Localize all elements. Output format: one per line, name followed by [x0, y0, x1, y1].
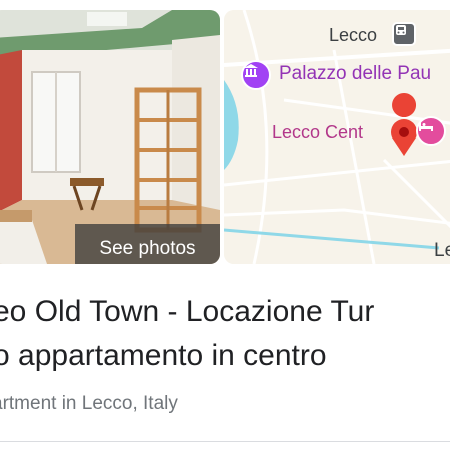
divider [0, 441, 450, 442]
listing-photo[interactable]: See photos [0, 10, 220, 264]
listing-title-line-1: eo Old Town - Locazione Tur [0, 295, 375, 328]
location-pin-icon[interactable] [390, 116, 418, 158]
museum-icon[interactable] [241, 60, 271, 90]
listing-title[interactable]: eo Old Town - Locazione Tur o appartamen… [0, 290, 450, 378]
map-preview[interactable]: Lecco Palazzo delle Pau Lecco Cent Le [224, 10, 450, 264]
train-icon[interactable] [392, 22, 416, 46]
listing-title-line-2: o appartamento in centro [0, 339, 327, 372]
listing-card: See photos Lecco Palazzo delle Pau Lecco… [0, 0, 450, 450]
see-photos-button[interactable]: See photos [75, 224, 220, 264]
poi-centro-label[interactable]: Lecco Cent [272, 122, 363, 143]
map-city-label: Lecco [329, 25, 378, 45]
map-edge-label: Le [434, 240, 450, 261]
hotel-icon[interactable] [416, 116, 446, 146]
poi-palazzo-label[interactable]: Palazzo delle Pau [279, 63, 431, 85]
listing-subtitle: artment in Lecco, Italy [0, 393, 178, 414]
